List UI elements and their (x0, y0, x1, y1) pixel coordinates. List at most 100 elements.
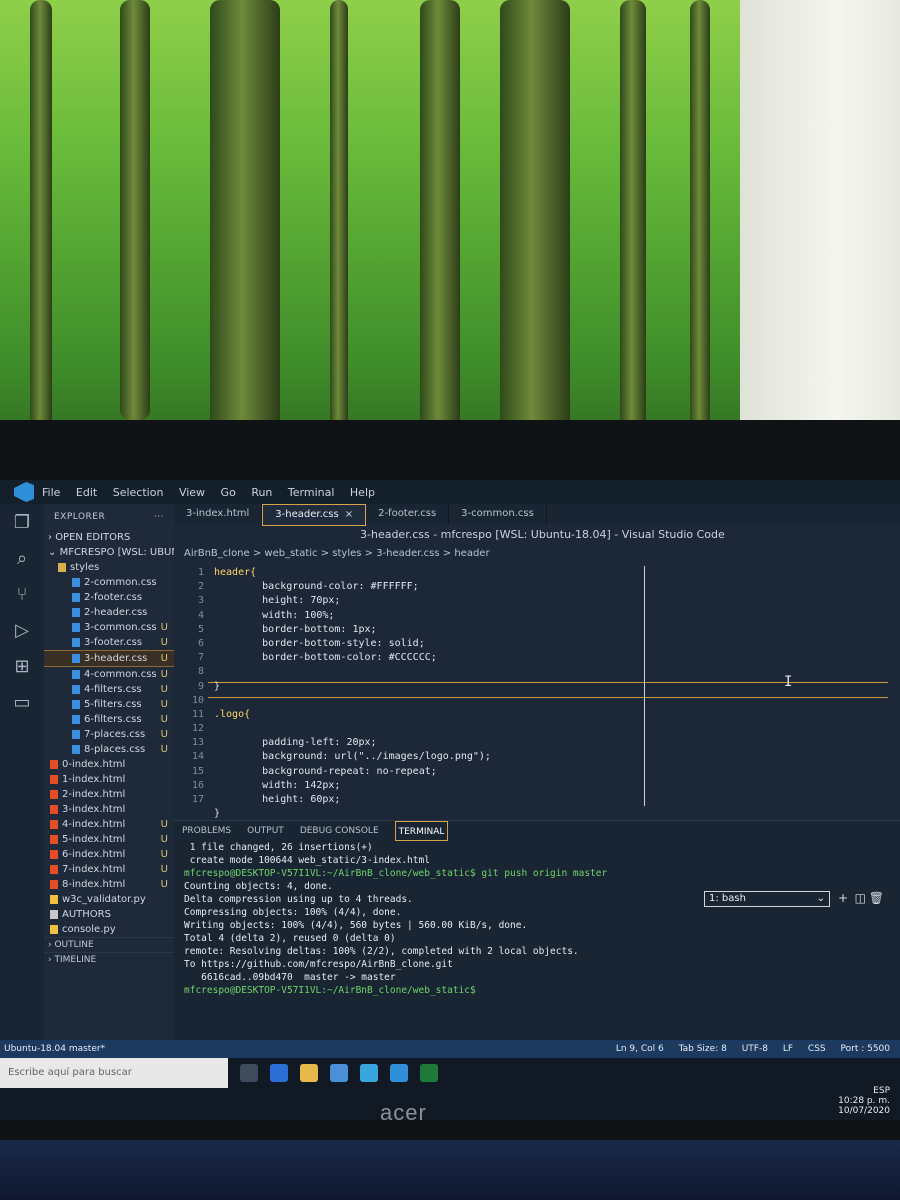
file-tree-item[interactable]: 5-filters.css U (44, 697, 174, 712)
tray-date[interactable]: 10/07/2020 (838, 1106, 890, 1116)
file-tree-item[interactable]: 3-footer.css U (44, 635, 174, 650)
timeline-section[interactable]: › TIMELINE (44, 952, 174, 967)
code-line[interactable] (214, 665, 491, 679)
file-tree-item[interactable]: console.py (44, 922, 174, 937)
code-line[interactable]: padding-left: 20px; (214, 736, 491, 750)
code-line[interactable]: header{ (214, 566, 491, 580)
breadcrumb[interactable]: AirBnB_clone > web_static > styles > 3-h… (174, 548, 900, 564)
file-tree-item[interactable]: 0-index.html (44, 757, 174, 772)
status-remote-branch[interactable]: Ubuntu-18.04 master* (4, 1040, 105, 1058)
explorer-icon[interactable]: ❐ (0, 504, 44, 540)
excel-icon[interactable] (420, 1064, 438, 1082)
code-line[interactable]: border-bottom: 1px; (214, 623, 491, 637)
file-tree-item[interactable]: 2-common.css (44, 575, 174, 590)
file-tree-item[interactable]: 6-index.html U (44, 847, 174, 862)
code-line[interactable]: width: 100%; (214, 609, 491, 623)
tab-2-footer-css[interactable]: 2-footer.css (366, 504, 450, 524)
file-tree-item[interactable]: 7-index.html U (44, 862, 174, 877)
menu-run[interactable]: Run (251, 486, 272, 499)
task-view-icon[interactable] (240, 1064, 258, 1082)
extensions-icon[interactable]: ⊞ (0, 648, 44, 684)
code-line[interactable]: background-repeat: no-repeat; (214, 765, 491, 779)
code-line[interactable]: .logo{ (214, 708, 491, 722)
code-line[interactable]: height: 60px; (214, 793, 491, 807)
code-line[interactable]: background-color: #FFFFFF; (214, 580, 491, 594)
code-line[interactable]: border-bottom-style: solid; (214, 637, 491, 651)
code-lines[interactable]: header{ background-color: #FFFFFF; heigh… (214, 566, 491, 821)
menu-file[interactable]: File (42, 486, 60, 499)
status-tab-size[interactable]: Tab Size: 8 (679, 1044, 727, 1054)
file-tree-item[interactable]: 4-index.html U (44, 817, 174, 832)
status-eol[interactable]: LF (783, 1044, 793, 1054)
search-icon[interactable]: ⌕ (0, 540, 44, 576)
terminal-line: Total 4 (delta 2), reused 0 (delta 0) (184, 933, 396, 944)
tab-problems[interactable]: PROBLEMS (182, 821, 231, 841)
file-tree-item[interactable]: styles (44, 560, 174, 575)
file-tree-item[interactable]: 2-index.html (44, 787, 174, 802)
file-tree-item[interactable]: 2-footer.css (44, 590, 174, 605)
open-editors-section[interactable]: › OPEN EDITORS (44, 530, 174, 545)
status-port[interactable]: Port : 5500 (841, 1044, 891, 1054)
store-icon[interactable] (330, 1064, 348, 1082)
file-tree-item[interactable]: 3-index.html (44, 802, 174, 817)
menu-terminal[interactable]: Terminal (288, 486, 335, 499)
menu-selection[interactable]: Selection (113, 486, 164, 499)
close-icon[interactable]: × (345, 509, 353, 520)
file-tree-item[interactable]: w3c_validator.py (44, 892, 174, 907)
code-line[interactable]: } (214, 680, 491, 694)
code-line[interactable]: border-bottom-color: #CCCCCC; (214, 651, 491, 665)
status-language[interactable]: CSS (808, 1044, 826, 1054)
terminal-output[interactable]: 1 file changed, 26 insertions(+) create … (174, 841, 900, 997)
terminal-select[interactable]: 1: bash ⌄ (704, 891, 830, 907)
code-line[interactable]: width: 142px; (214, 779, 491, 793)
tab-debug-console[interactable]: DEBUG CONSOLE (300, 821, 379, 841)
run-debug-icon[interactable]: ▷ (0, 612, 44, 648)
code-line[interactable]: height: 70px; (214, 594, 491, 608)
tab-3-common-css[interactable]: 3-common.css (449, 504, 547, 524)
code-line[interactable] (214, 722, 491, 736)
tab-output[interactable]: OUTPUT (247, 821, 284, 841)
tab-terminal[interactable]: TERMINAL (394, 821, 449, 841)
status-position[interactable]: Ln 9, Col 6 (616, 1044, 664, 1054)
menu-go[interactable]: Go (221, 486, 236, 499)
workspace-section[interactable]: ⌄ MFCRESPO [WSL: UBUNTU-18.04] (44, 545, 174, 560)
remote-explorer-icon[interactable]: ▭ (0, 684, 44, 720)
status-encoding[interactable]: UTF-8 (742, 1044, 768, 1054)
vscode-taskbar-icon[interactable] (390, 1064, 408, 1082)
taskbar-search-input[interactable]: Escribe aquí para buscar (0, 1058, 228, 1088)
file-tree-item[interactable]: 3-common.css U (44, 620, 174, 635)
tab-3-header-css[interactable]: 3-header.css × (262, 504, 367, 526)
editor-split-divider[interactable] (644, 566, 645, 806)
terminal-line: mfcrespo@DESKTOP-V57I1VL:~/AirBnB_clone/… (184, 868, 608, 879)
split-terminal-icon[interactable]: ◫ (855, 891, 866, 905)
file-tree-item[interactable]: 5-index.html U (44, 832, 174, 847)
code-line[interactable]: background: url("../images/logo.png"); (214, 750, 491, 764)
outline-section[interactable]: › OUTLINE (44, 937, 174, 952)
edge-icon[interactable] (270, 1064, 288, 1082)
file-tree-item[interactable]: 4-common.css U (44, 667, 174, 682)
trash-icon[interactable]: 🗑 (869, 891, 884, 905)
file-tree-item[interactable]: 8-places.css U (44, 742, 174, 757)
more-actions-icon[interactable]: ··· (154, 512, 164, 522)
menu-help[interactable]: Help (350, 486, 375, 499)
tab-3-index-html[interactable]: 3-index.html (174, 504, 263, 524)
tray-time[interactable]: 10:28 p. m. (838, 1096, 890, 1106)
tray-language[interactable]: ESP (838, 1086, 890, 1096)
file-tree-item[interactable]: 3-header.css U (44, 650, 174, 667)
file-tree-item[interactable]: AUTHORS (44, 907, 174, 922)
menu-view[interactable]: View (179, 486, 205, 499)
file-tree-item[interactable]: 7-places.css U (44, 727, 174, 742)
chrome-icon[interactable] (360, 1064, 378, 1082)
file-tree-item[interactable]: 2-header.css (44, 605, 174, 620)
file-tree-label: 1-index.html (62, 774, 126, 785)
code-line[interactable] (214, 694, 491, 708)
menu-edit[interactable]: Edit (76, 486, 97, 499)
file-tree-item[interactable]: 1-index.html (44, 772, 174, 787)
file-tree-item[interactable]: 6-filters.css U (44, 712, 174, 727)
new-terminal-icon[interactable]: + (838, 891, 848, 905)
file-tree-item[interactable]: 4-filters.css U (44, 682, 174, 697)
file-tree-item[interactable]: 8-index.html U (44, 877, 174, 892)
source-control-icon[interactable]: ⑂ (0, 576, 44, 612)
file-explorer-icon[interactable] (300, 1064, 318, 1082)
code-editor[interactable]: 1 2 3 4 5 6 7 8 9 10 11 12 13 14 15 16 17 header{ backgr… (174, 566, 900, 819)
